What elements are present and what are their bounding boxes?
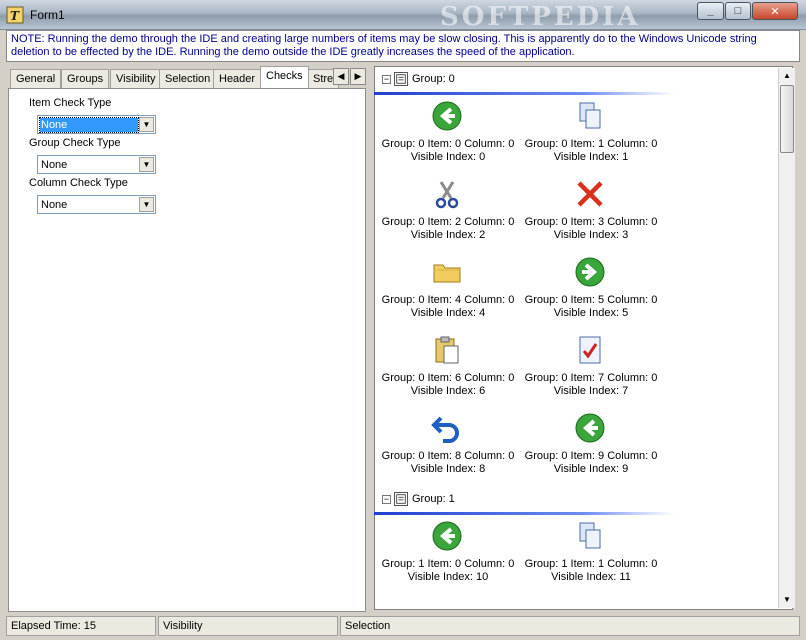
item-visible-index: Visible Index: 1 xyxy=(553,151,629,163)
scroll-thumb[interactable] xyxy=(780,85,794,153)
tab-header[interactable]: Header xyxy=(213,69,262,88)
group-check-type-label: Group Check Type xyxy=(29,137,121,149)
item-visible-index: Visible Index: 6 xyxy=(410,385,486,397)
group-label: Group: 1 xyxy=(412,493,455,505)
list-item[interactable]: Group: 0 Item: 9 Column: 0 Visible Index:… xyxy=(519,412,663,482)
column-check-type-value: None xyxy=(41,199,68,211)
group-icon xyxy=(394,492,408,506)
app-icon: T xyxy=(6,6,24,24)
item-visible-index: Visible Index: 9 xyxy=(553,463,629,475)
undo-icon xyxy=(431,416,459,443)
group-icon xyxy=(394,72,408,86)
tab-strip: General Groups Visibility Selection Head… xyxy=(10,66,366,88)
list-item[interactable]: Group: 0 Item: 0 Column: 0 Visible Index:… xyxy=(376,100,520,170)
folder-icon xyxy=(433,264,461,283)
item-caption: Group: 0 Item: 3 Column: 0 xyxy=(524,216,658,228)
status-bar: Elapsed Time: 15 Visibility Selection xyxy=(0,614,806,640)
list-item[interactable]: Group: 0 Item: 2 Column: 0 Visible Index:… xyxy=(376,178,520,248)
item-caption: Group: 0 Item: 7 Column: 0 xyxy=(524,372,658,384)
item-check-type-value: None xyxy=(39,117,139,133)
item-visible-index: Visible Index: 2 xyxy=(410,229,486,241)
list-item[interactable]: Group: 0 Item: 7 Column: 0 Visible Index:… xyxy=(519,334,663,404)
item-visible-index: Visible Index: 3 xyxy=(553,229,629,241)
title-bar[interactable]: T Form1 SOFTPEDIA _ □ ✕ xyxy=(0,0,806,32)
collapse-toggle-icon[interactable]: − xyxy=(382,75,391,84)
note-text: NOTE: Running the demo through the IDE a… xyxy=(6,30,800,62)
scroll-down-button[interactable]: ▼ xyxy=(779,592,795,608)
scissors-icon xyxy=(435,181,459,209)
item-check-type-select[interactable]: None ▼ xyxy=(37,115,156,134)
item-visible-index: Visible Index: 8 xyxy=(410,463,486,475)
list-item[interactable]: Group: 1 Item: 0 Column: 0 Visible Index:… xyxy=(376,520,520,590)
chevron-down-icon[interactable]: ▼ xyxy=(139,197,154,212)
maximize-button[interactable]: □ xyxy=(725,2,751,20)
status-elapsed-time: Elapsed Time: 15 xyxy=(6,616,156,636)
chevron-down-icon[interactable]: ▼ xyxy=(139,117,154,132)
group-check-type-value: None xyxy=(41,159,68,171)
list-item[interactable]: Group: 1 Item: 1 Column: 0 Visible Index:… xyxy=(519,520,663,590)
collapse-toggle-icon[interactable]: − xyxy=(382,495,391,504)
group-header[interactable]: − Group: 0 xyxy=(382,70,672,92)
checked-document-icon xyxy=(579,336,601,364)
tab-checks[interactable]: Checks xyxy=(260,66,309,88)
item-caption: Group: 0 Item: 9 Column: 0 xyxy=(524,450,658,462)
list-item[interactable]: Group: 0 Item: 3 Column: 0 Visible Index:… xyxy=(519,178,663,248)
tab-visibility[interactable]: Visibility xyxy=(110,69,162,88)
item-caption: Group: 0 Item: 4 Column: 0 xyxy=(381,294,515,306)
vertical-scrollbar[interactable]: ▲ ▼ xyxy=(778,68,795,608)
svg-text:T: T xyxy=(10,9,20,23)
item-check-type-label: Item Check Type xyxy=(29,97,112,109)
item-visible-index: Visible Index: 11 xyxy=(551,571,631,583)
delete-x-icon xyxy=(577,181,603,207)
item-caption: Group: 0 Item: 1 Column: 0 xyxy=(524,138,658,150)
tab-scroll-left-button[interactable]: ◀ xyxy=(333,68,349,85)
item-caption: Group: 0 Item: 5 Column: 0 xyxy=(524,294,658,306)
item-caption: Group: 0 Item: 2 Column: 0 xyxy=(381,216,515,228)
column-check-type-select[interactable]: None ▼ xyxy=(37,195,156,214)
item-caption: Group: 0 Item: 6 Column: 0 xyxy=(381,372,515,384)
tab-groups[interactable]: Groups xyxy=(61,69,110,88)
item-visible-index: Visible Index: 5 xyxy=(553,307,629,319)
back-arrow-icon xyxy=(432,101,462,131)
item-visible-index: Visible Index: 7 xyxy=(553,385,629,397)
item-caption: Group: 1 Item: 1 Column: 0 xyxy=(524,558,658,570)
copy-icon xyxy=(579,522,601,549)
item-visible-index: Visible Index: 0 xyxy=(410,151,486,163)
group-check-type-select[interactable]: None ▼ xyxy=(37,155,156,174)
checks-tab-page: Item Check Type None ▼ Group Check Type … xyxy=(8,88,366,612)
item-visible-index: Visible Index: 4 xyxy=(410,307,486,319)
forward-arrow-icon xyxy=(575,257,605,287)
item-caption: Group: 1 Item: 0 Column: 0 xyxy=(381,558,515,570)
item-visible-index: Visible Index: 10 xyxy=(407,571,489,583)
list-item[interactable]: Group: 0 Item: 1 Column: 0 Visible Index:… xyxy=(519,100,663,170)
list-item[interactable]: Group: 0 Item: 5 Column: 0 Visible Index:… xyxy=(519,256,663,326)
back-arrow-icon xyxy=(575,413,605,443)
item-caption: Group: 0 Item: 0 Column: 0 xyxy=(381,138,515,150)
paste-icon xyxy=(435,336,459,364)
close-button[interactable]: ✕ xyxy=(752,2,798,20)
chevron-down-icon[interactable]: ▼ xyxy=(139,157,154,172)
status-panel-visibility: Visibility xyxy=(158,616,338,636)
copy-icon xyxy=(579,102,601,129)
status-panel-selection: Selection xyxy=(340,616,800,636)
group-header[interactable]: − Group: 1 xyxy=(382,490,672,512)
group-divider xyxy=(374,92,674,95)
list-item[interactable]: Group: 0 Item: 6 Column: 0 Visible Index:… xyxy=(376,334,520,404)
back-arrow-icon xyxy=(432,521,462,551)
column-check-type-label: Column Check Type xyxy=(29,177,128,189)
settings-panel: General Groups Visibility Selection Head… xyxy=(6,64,366,612)
window-title: Form1 xyxy=(30,8,65,22)
softpedia-watermark: SOFTPEDIA xyxy=(440,2,641,32)
scroll-up-button[interactable]: ▲ xyxy=(779,68,795,84)
group-divider xyxy=(374,512,674,515)
tab-scroll-right-button[interactable]: ▶ xyxy=(350,68,366,85)
minimize-button[interactable]: _ xyxy=(697,2,724,20)
list-item[interactable]: Group: 0 Item: 8 Column: 0 Visible Index:… xyxy=(376,412,520,482)
item-caption: Group: 0 Item: 8 Column: 0 xyxy=(381,450,515,462)
tab-general[interactable]: General xyxy=(10,69,62,88)
group-label: Group: 0 xyxy=(412,73,455,85)
list-item[interactable]: Group: 0 Item: 4 Column: 0 Visible Index:… xyxy=(376,256,520,326)
tab-selection[interactable]: Selection xyxy=(159,69,217,88)
